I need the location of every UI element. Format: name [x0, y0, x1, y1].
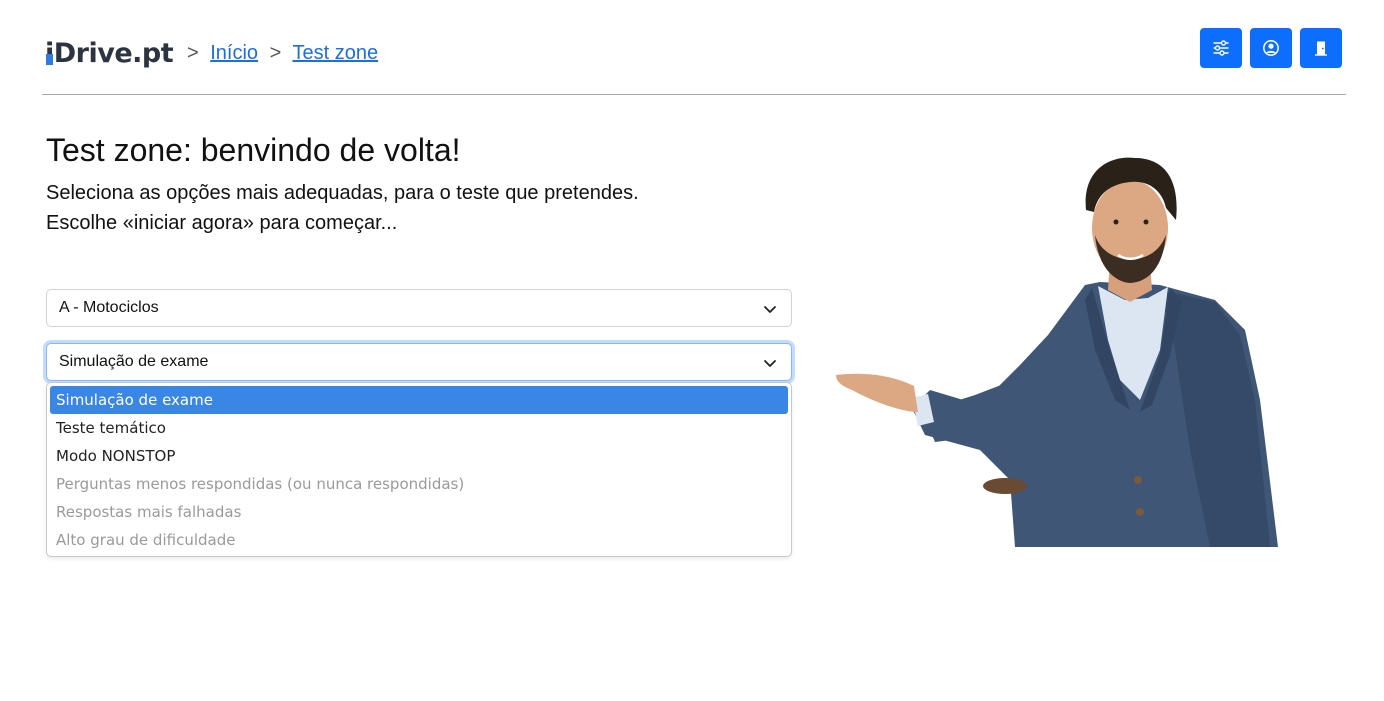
breadcrumb-separator: > [187, 42, 199, 64]
logo-prefix: i [45, 38, 54, 69]
breadcrumb-home-link[interactable]: Início [210, 42, 258, 64]
page-title: Test zone: benvindo de volta! [46, 132, 461, 168]
chevron-down-icon [764, 360, 776, 367]
option-simulacao-de-exame[interactable]: Simulação de exame [50, 386, 788, 414]
idrive-logo[interactable]: iDrive.pt [45, 38, 174, 69]
test-mode-select[interactable]: Simulação de exame [46, 343, 792, 381]
user-circle-icon [1263, 40, 1279, 56]
option-teste-tematico[interactable]: Teste temático [50, 414, 788, 442]
test-mode-dropdown-list: Simulação de exame Teste temático Modo N… [46, 382, 792, 557]
breadcrumb-separator: > [269, 42, 282, 64]
option-modo-nonstop[interactable]: Modo NONSTOP [50, 442, 788, 470]
test-mode-select-value: Simulação de exame [59, 353, 209, 370]
option-respostas-mais-falhadas: Respostas mais falhadas [56, 503, 242, 521]
sliders-icon [1213, 40, 1229, 56]
logo-text: Drive.pt [53, 38, 174, 69]
category-select[interactable]: A - Motociclos [46, 289, 792, 327]
door-exit-icon [1315, 41, 1327, 56]
profile-button[interactable] [1250, 28, 1292, 68]
logout-button[interactable] [1300, 28, 1342, 68]
page-subtitle-line2: Escolhe «iniciar agora» para começar... [46, 212, 398, 234]
page-subtitle-line1: Seleciona as opções mais adequadas, para… [46, 182, 639, 204]
option-perguntas-menos-respondidas: Perguntas menos respondidas (ou nunca re… [56, 475, 465, 493]
presenter-man-image [836, 157, 1278, 547]
option-alto-grau-de-dificuldade: Alto grau de dificuldade [56, 531, 236, 549]
breadcrumb: > Início > Test zone [181, 42, 378, 65]
category-select-value: A - Motociclos [59, 299, 159, 316]
page-header: iDrive.pt > Início > Test zone [42, 28, 1346, 95]
chevron-down-icon [764, 306, 776, 313]
breadcrumb-current-link[interactable]: Test zone [293, 42, 379, 64]
settings-button[interactable] [1200, 28, 1242, 68]
